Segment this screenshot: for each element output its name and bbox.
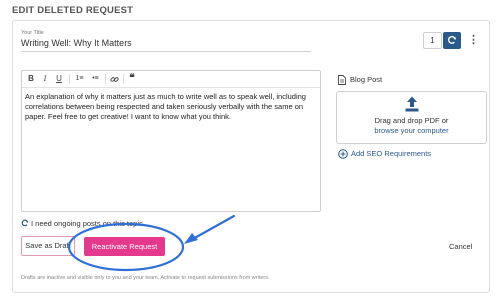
more-options-icon[interactable]: ⋮ — [468, 33, 479, 48]
cancel-button[interactable]: Cancel — [449, 242, 472, 251]
toolbar-divider — [105, 74, 106, 84]
blog-post-label: Blog Post — [350, 75, 383, 84]
browse-computer-link[interactable]: browse your computer — [337, 126, 486, 135]
document-icon — [338, 75, 346, 85]
page-title: EDIT DELETED REQUEST — [12, 5, 134, 16]
upload-icon — [405, 96, 419, 112]
version-select[interactable]: 1 — [423, 32, 442, 49]
seo-link-label[interactable]: Add SEO Requirements — [351, 149, 431, 158]
quote-icon[interactable]: ❝ — [126, 73, 138, 85]
save-draft-button[interactable]: Save as Draft — [21, 236, 75, 256]
dropzone-text: Drag and drop PDF or — [374, 116, 449, 125]
underline-icon[interactable]: U — [54, 73, 64, 85]
editor-toolbar: B I U 1≡ •≡ ❝ — [22, 71, 320, 88]
italic-icon[interactable]: I — [40, 73, 50, 85]
title-input[interactable]: Writing Well: Why It Matters — [21, 37, 311, 52]
toolbar-divider — [69, 74, 70, 84]
recurring-icon — [21, 219, 29, 227]
refresh-button[interactable] — [443, 32, 461, 49]
pdf-dropzone[interactable]: Drag and drop PDF or browse your compute… — [336, 91, 487, 144]
toolbar-divider — [123, 74, 124, 84]
bold-icon[interactable]: B — [26, 73, 36, 85]
ongoing-posts-label: I need ongoing posts on this topic — [31, 219, 143, 228]
request-card: Your Title Writing Well: Why It Matters … — [12, 20, 490, 293]
drafts-note: Drafts are inactive and visible only to … — [21, 275, 270, 281]
title-label: Your Title — [21, 30, 44, 36]
bullet-list-icon[interactable]: •≡ — [89, 73, 102, 85]
rich-text-editor[interactable]: B I U 1≡ •≡ ❝ An explanation of why it m… — [21, 70, 321, 212]
ordered-list-icon[interactable]: 1≡ — [73, 73, 86, 85]
add-circle-icon — [338, 149, 348, 159]
editor-content[interactable]: An explanation of why it matters just as… — [22, 88, 320, 126]
link-glyph — [109, 77, 119, 82]
reactivate-request-button[interactable]: Reactivate Request — [84, 237, 165, 256]
link-icon[interactable] — [108, 73, 120, 85]
refresh-icon — [448, 35, 456, 44]
